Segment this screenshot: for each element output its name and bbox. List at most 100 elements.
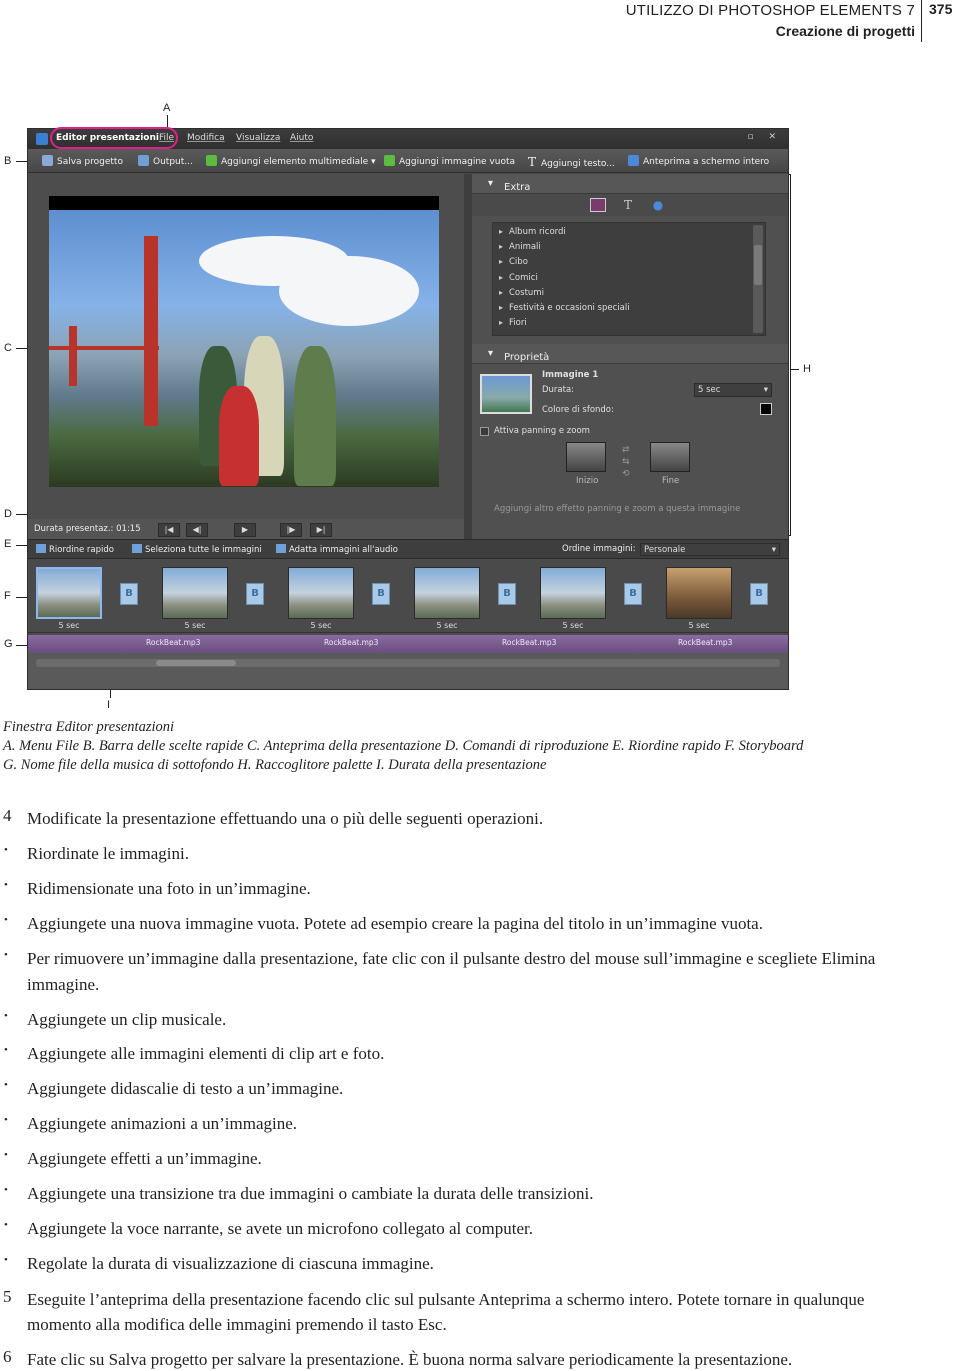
- add-effect-link[interactable]: Aggiungi altro effetto panning e zoom a …: [494, 504, 740, 514]
- list-item[interactable]: Album ricordi: [499, 227, 566, 237]
- storyboard-slide[interactable]: [162, 567, 228, 619]
- bullet-icon: •: [4, 879, 8, 891]
- fullscreen-label: Anteprima a schermo intero: [643, 157, 770, 167]
- bullet-icon: •: [4, 1044, 8, 1056]
- order-label: Ordine immagini:: [562, 544, 636, 554]
- menu-file[interactable]: File: [159, 133, 174, 143]
- monitor-icon: [628, 155, 639, 166]
- bullet-icon: •: [4, 1079, 8, 1091]
- window-buttons[interactable]: ▫ ✕: [747, 132, 782, 142]
- slideshow-duration: Durata presentaz.: 01:15: [34, 524, 141, 534]
- horizontal-scrollbar[interactable]: [36, 659, 780, 667]
- list-item[interactable]: Fiori: [499, 318, 527, 328]
- storyboard-slide[interactable]: [288, 567, 354, 619]
- scroll-thumb[interactable]: [156, 660, 236, 666]
- audio-icon: [276, 544, 286, 553]
- fit-audio-button[interactable]: Adatta immagini all'audio: [276, 544, 398, 555]
- transition-icon[interactable]: B: [372, 583, 390, 605]
- add-text-label: Aggiungi testo...: [541, 159, 615, 169]
- list-item[interactable]: Costumi: [499, 288, 544, 298]
- menu-edit[interactable]: Modifica: [187, 133, 225, 143]
- storyboard-slide[interactable]: [666, 567, 732, 619]
- slide-duration[interactable]: 5 sec: [540, 621, 606, 630]
- add-text-button[interactable]: T Aggiungi testo...: [528, 155, 615, 169]
- transition-icon[interactable]: B: [498, 583, 516, 605]
- select-all-button[interactable]: Seleziona tutte le immagini: [132, 544, 262, 555]
- list-item[interactable]: Animali: [499, 242, 541, 252]
- bullet-icon: •: [4, 1010, 8, 1022]
- first-slide-button[interactable]: |◀: [158, 523, 180, 537]
- list-item[interactable]: Festività e occasioni speciali: [499, 303, 630, 313]
- quick-reorder-button[interactable]: Riordine rapido: [36, 544, 114, 555]
- order-select[interactable]: Personale ▾: [640, 543, 780, 556]
- slide-duration[interactable]: 5 sec: [162, 621, 228, 630]
- text-tab-icon[interactable]: T: [620, 198, 636, 212]
- slide-duration[interactable]: 5 sec: [666, 621, 732, 630]
- slide-duration[interactable]: 5 sec: [288, 621, 354, 630]
- step-number: 5: [3, 1287, 12, 1306]
- pan-end-thumbnail[interactable]: [650, 442, 690, 472]
- add-blank-button[interactable]: Aggiungi immagine vuota: [384, 155, 515, 167]
- next-slide-button[interactable]: |▶: [280, 523, 302, 537]
- play-button[interactable]: ▶: [234, 523, 256, 537]
- callout-h-line: [791, 369, 799, 370]
- bg-color-swatch[interactable]: [760, 403, 772, 415]
- slide-duration[interactable]: 5 sec: [414, 621, 480, 630]
- last-slide-button[interactable]: ▶|: [310, 523, 332, 537]
- storyboard-footer: [28, 653, 788, 689]
- end-label: Fine: [662, 476, 680, 486]
- extras-scrollbar[interactable]: [753, 225, 763, 333]
- save-project-button[interactable]: Salva progetto: [42, 155, 123, 167]
- add-media-label: Aggiungi elemento multimediale: [221, 157, 369, 167]
- list-item-text: Aggiungete didascalie di testo a un’imma…: [27, 1079, 344, 1098]
- list-item-text: Aggiungete alle immagini elementi di cli…: [27, 1044, 385, 1063]
- start-label: Inizio: [576, 476, 599, 486]
- duration-value: 5 sec: [698, 385, 721, 395]
- properties-header[interactable]: ▾ Proprietà: [472, 344, 788, 364]
- bullet-icon: •: [4, 1149, 8, 1161]
- bullet-icon: •: [4, 949, 8, 961]
- previous-slide-button[interactable]: ◀|: [186, 523, 208, 537]
- bullet-icon: •: [4, 914, 8, 926]
- list-item[interactable]: Cibo: [499, 257, 528, 267]
- fullscreen-preview-button[interactable]: Anteprima a schermo intero: [628, 155, 769, 167]
- storyboard-slide[interactable]: [414, 567, 480, 619]
- callout-c: C: [4, 342, 12, 354]
- storyboard-slide[interactable]: [36, 567, 102, 619]
- extras-header[interactable]: ▾ Extra: [472, 174, 788, 194]
- storyboard-slide[interactable]: [540, 567, 606, 619]
- narration-tab-icon[interactable]: ●: [650, 198, 666, 212]
- save-icon: [42, 155, 53, 166]
- select-all-label: Seleziona tutte le immagini: [145, 545, 262, 555]
- menu-view[interactable]: Visualizza: [236, 133, 280, 143]
- callout-d: D: [4, 508, 12, 520]
- step-number: 4: [3, 806, 12, 825]
- slide-duration[interactable]: 5 sec: [36, 621, 102, 630]
- pan-start-thumbnail[interactable]: [566, 442, 606, 472]
- graphics-tab-icon[interactable]: [590, 198, 606, 212]
- transition-icon[interactable]: B: [120, 583, 138, 605]
- callout-e: E: [4, 538, 12, 550]
- preview-photo: [49, 196, 439, 487]
- reorder-icon: [36, 544, 46, 553]
- callout-g: G: [4, 638, 13, 650]
- transition-icon[interactable]: B: [750, 583, 768, 605]
- duration-select[interactable]: 5 sec ▾: [694, 383, 772, 397]
- playback-controls: Durata presentaz.: 01:15 |◀ ◀| ▶ |▶ ▶|: [28, 519, 464, 541]
- page-header: UTILIZZO DI PHOTOSHOP ELEMENTS 7 Creazio…: [0, 0, 960, 50]
- transition-icon[interactable]: B: [246, 583, 264, 605]
- text-icon: T: [528, 155, 537, 169]
- list-item[interactable]: Comici: [499, 273, 538, 283]
- scroll-thumb[interactable]: [754, 245, 762, 285]
- swap-icons[interactable]: ⇄ ⇆ ⟲: [622, 444, 630, 480]
- output-button[interactable]: Output...: [138, 155, 193, 167]
- bridge-tower-shape: [69, 326, 77, 386]
- menu-help[interactable]: Aiuto: [290, 133, 313, 143]
- plus-icon: [206, 155, 217, 166]
- pan-zoom-checkbox[interactable]: [480, 427, 489, 436]
- shortcuts-bar: Salva progetto Output... Aggiungi elemen…: [28, 149, 788, 173]
- transition-icon[interactable]: B: [624, 583, 642, 605]
- list-item-text: Per rimuovere un’immagine dalla presenta…: [27, 949, 876, 994]
- add-media-button[interactable]: Aggiungi elemento multimediale ▾: [206, 155, 376, 167]
- pan-zoom-label: Attiva panning e zoom: [494, 426, 590, 436]
